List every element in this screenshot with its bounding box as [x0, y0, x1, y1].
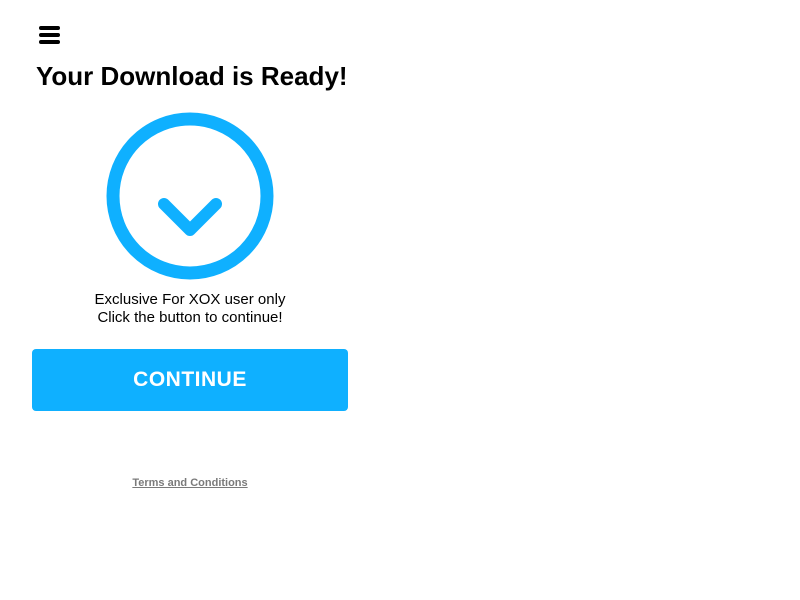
download-arrow-icon	[106, 112, 274, 280]
hamburger-menu-icon[interactable]	[37, 24, 63, 46]
message-line-exclusive: Exclusive For XOX user only	[94, 291, 286, 308]
message-text: Exclusive For XOX user only Click the bu…	[32, 291, 348, 327]
page-title: Your Download is Ready!	[36, 61, 348, 91]
menu-bar-middle	[39, 33, 60, 37]
menu-bar-top	[39, 26, 60, 30]
terms-and-conditions-link[interactable]: Terms and Conditions	[32, 476, 348, 490]
download-page: Your Download is Ready! Exclusive For XO…	[0, 0, 800, 600]
message-line-instruction: Click the button to continue!	[97, 309, 283, 326]
continue-button[interactable]: CONTINUE	[32, 349, 348, 411]
menu-bar-bottom	[39, 40, 60, 44]
